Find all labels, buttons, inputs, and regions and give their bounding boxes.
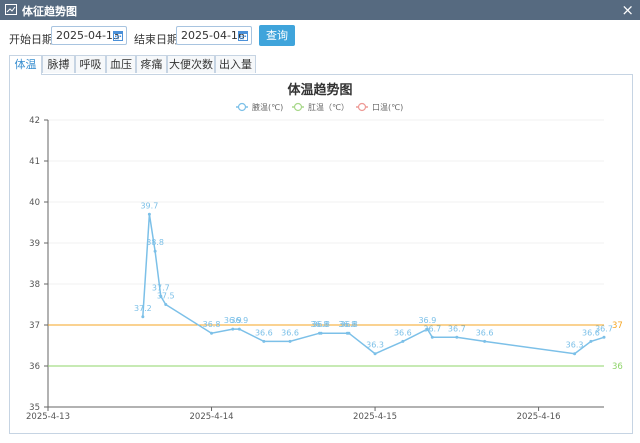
data-point[interactable] (373, 352, 377, 356)
data-point[interactable] (164, 303, 168, 306)
data-label: 36.6 (394, 328, 412, 337)
data-point[interactable] (589, 339, 593, 343)
x-tick-label: 2025-4-14 (190, 412, 234, 422)
data-label: 36.8 (203, 320, 221, 329)
data-point[interactable] (347, 331, 351, 335)
data-point[interactable] (237, 327, 241, 331)
x-tick-label: 2025-4-13 (26, 412, 70, 422)
y-tick-label: 41 (29, 157, 40, 167)
data-point[interactable] (147, 212, 151, 216)
data-label: 36.7 (448, 324, 466, 333)
data-point[interactable] (430, 335, 434, 339)
y-tick-label: 39 (29, 239, 40, 249)
y-tick-label: 36 (29, 362, 40, 372)
legend-marker[interactable] (237, 102, 247, 112)
legend-marker[interactable] (357, 102, 367, 112)
data-label: 36.8 (340, 320, 358, 329)
data-label: 36.8 (312, 320, 330, 329)
chart-title: 体温趋势图 (287, 82, 352, 98)
data-label: 36.9 (230, 316, 248, 325)
reference-lines: 37 36 (48, 321, 623, 372)
series-axillary-temperature: 37.239.738.837.737.536.8 36.936.936.6 36.6… (134, 201, 613, 356)
x-axis: 2025-4-13 2025-4-14 2025-4-15 2025-4-16 (26, 406, 604, 422)
data-point[interactable] (602, 335, 606, 339)
reference-line-label: 36 (612, 362, 623, 372)
data-label: 36.3 (366, 341, 384, 350)
y-tick-label: 42 (29, 116, 40, 126)
data-point[interactable] (573, 352, 577, 356)
data-label: 38.8 (146, 238, 164, 247)
x-tick-label: 2025-4-16 (517, 412, 561, 422)
data-label: 39.7 (140, 201, 158, 210)
y-tick-label: 38 (29, 280, 40, 290)
data-point[interactable] (483, 339, 487, 343)
data-point[interactable] (319, 331, 323, 335)
data-label: 36.7 (423, 324, 441, 333)
legend-label[interactable]: 腋温(℃) (252, 102, 283, 112)
data-label: 36.3 (566, 341, 584, 350)
data-label: 36.7 (595, 324, 613, 333)
legend-marker[interactable] (293, 102, 303, 112)
data-label: 36.6 (281, 328, 299, 337)
data-point[interactable] (210, 331, 214, 335)
y-tick-label: 40 (29, 198, 40, 208)
data-point[interactable] (401, 339, 405, 343)
x-tick-label: 2025-4-15 (353, 412, 397, 422)
data-label: 36.6 (255, 328, 273, 337)
data-label: 37.2 (134, 304, 152, 313)
reference-line-label: 37 (612, 321, 623, 331)
y-tick-label: 37 (29, 321, 40, 331)
data-point[interactable] (231, 327, 235, 331)
legend-label[interactable]: 肛温（℃） (308, 103, 349, 112)
data-point[interactable] (455, 335, 459, 339)
chart-legend[interactable]: 腋温(℃) 肛温（℃） 口温(℃) (236, 102, 403, 112)
data-point[interactable] (262, 339, 266, 343)
y-axis: 3536373839404142 (29, 116, 49, 413)
data-label: 36.6 (476, 328, 494, 337)
legend-label[interactable]: 口温(℃) (372, 103, 403, 112)
data-point[interactable] (141, 315, 145, 319)
temperature-trend-chart: 体温趋势图 腋温(℃) 肛温（℃） 口温(℃) 3536373839404142 2… (26, 82, 623, 422)
data-point[interactable] (288, 339, 292, 343)
data-point[interactable] (153, 249, 157, 253)
data-label: 37.5 (157, 292, 175, 301)
